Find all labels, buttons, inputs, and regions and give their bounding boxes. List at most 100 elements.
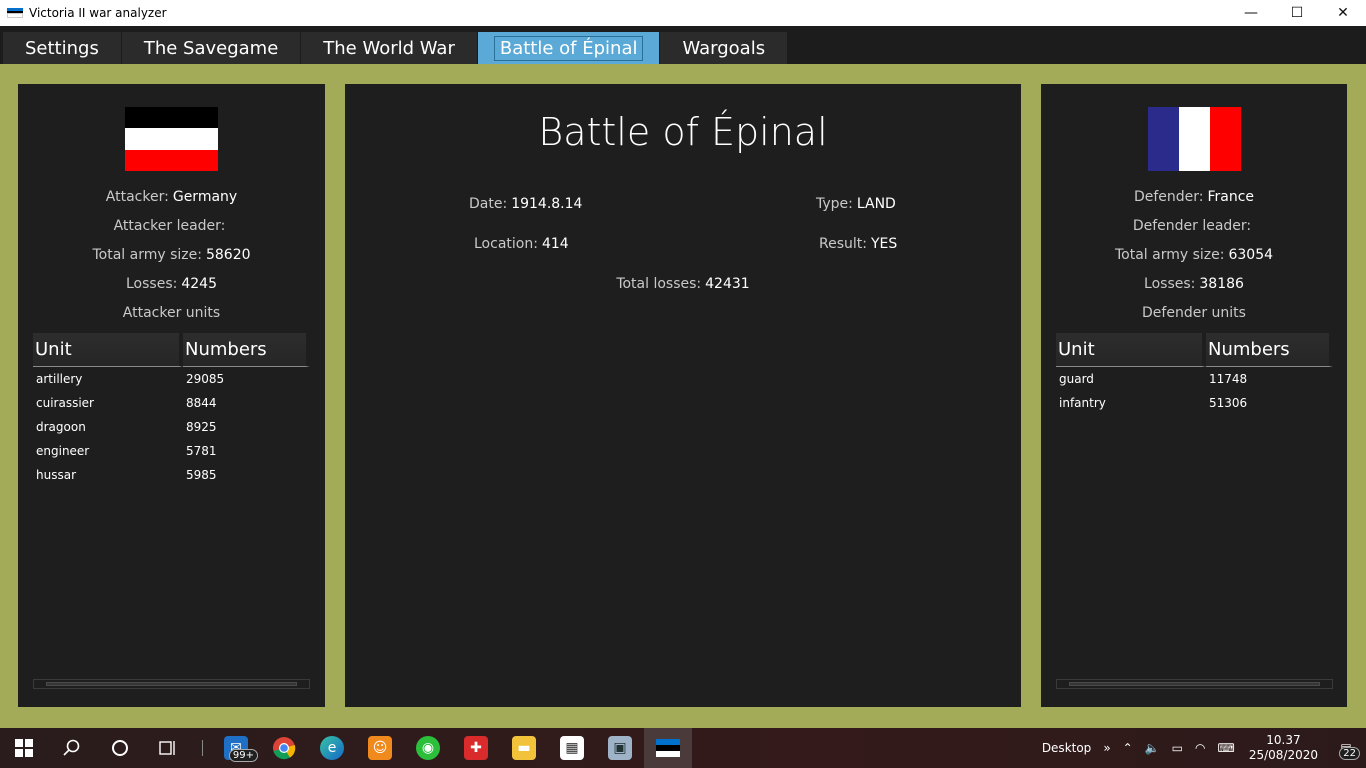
speaker-icon[interactable]: 🔈 — [1139, 741, 1166, 755]
unit-name: engineer — [36, 444, 90, 458]
column-header-unit[interactable]: Unit — [33, 333, 183, 367]
defender-country: France — [1207, 189, 1255, 205]
clock-time: 10.37 — [1266, 733, 1301, 747]
store-app-button[interactable]: ▦ — [548, 728, 596, 768]
close-button[interactable]: ✕ — [1320, 0, 1366, 26]
tab-label: Wargoals — [682, 37, 766, 59]
defender-units-table: guard 11748 infantry 51306 — [1056, 372, 1326, 420]
unit-numbers: 5781 — [186, 444, 217, 458]
defender-losses-line: Losses: 38186 — [1041, 276, 1347, 292]
defender-army-size: 63054 — [1228, 247, 1274, 263]
attacker-country-line: Attacker: Germany — [18, 189, 325, 205]
gift-app-button[interactable]: ✚ — [452, 728, 500, 768]
show-hidden-icons-chevron-icon[interactable]: ⌃ — [1117, 741, 1139, 755]
maximize-button[interactable]: ☐ — [1274, 0, 1320, 26]
table-row[interactable]: cuirassier 8844 — [33, 396, 303, 420]
unit-numbers: 5985 — [186, 468, 217, 482]
action-center-button[interactable]: ▤ 22 — [1326, 728, 1366, 768]
column-header-numbers[interactable]: Numbers — [183, 333, 310, 367]
battle-date: Date: 1914.8.14 — [469, 196, 582, 212]
table-row[interactable]: engineer 5781 — [33, 444, 303, 468]
minimize-button[interactable]: — — [1228, 0, 1274, 26]
total-losses-label: Total losses: — [616, 276, 702, 292]
tab-label: The World War — [323, 37, 455, 59]
attacker-leader-line: Attacker leader: — [18, 218, 325, 234]
mail-app-button[interactable]: ✉ 99+ — [212, 728, 260, 768]
attacker-army-label: Total army size: — [92, 247, 202, 263]
green-app-button[interactable]: ◉ — [404, 728, 452, 768]
attacker-leader-label: Attacker leader: — [113, 218, 226, 234]
unit-numbers: 29085 — [186, 372, 225, 386]
tab-savegame[interactable]: The Savegame — [121, 32, 301, 64]
defender-units-header: Unit Numbers — [1056, 333, 1333, 367]
search-button[interactable] — [48, 728, 96, 768]
table-row[interactable]: hussar 5985 — [33, 468, 303, 492]
scrollbar-thumb[interactable] — [1069, 682, 1320, 686]
taskbar-separator — [192, 728, 212, 768]
uc-browser-app-button[interactable]: ☺ — [356, 728, 404, 768]
window-title: Victoria II war analyzer — [29, 6, 167, 20]
location-label: Location: — [474, 236, 538, 252]
store-bag-icon: ▦ — [560, 736, 584, 760]
gift-icon: ✚ — [464, 736, 488, 760]
toolbar-expand-icon[interactable]: » — [1097, 741, 1116, 755]
unit-name: dragoon — [36, 420, 86, 434]
defender-army-label: Total army size: — [1114, 247, 1225, 263]
taskbar: ✉ 99+ e ☺ ◉ ✚ ▬ ▦ ▣ Desktop » ⌃ 🔈 ▭ ◠ ⌨ … — [0, 728, 1366, 768]
chrome-app-button[interactable] — [260, 728, 308, 768]
germany-flag-icon — [125, 107, 218, 171]
type-value: LAND — [856, 196, 896, 212]
france-flag-icon — [1148, 107, 1241, 171]
attacker-losses: 4245 — [181, 276, 217, 292]
desktop-toolbar-label[interactable]: Desktop — [1036, 741, 1098, 755]
tab-world-war[interactable]: The World War — [301, 32, 477, 64]
system-tray: Desktop » ⌃ 🔈 ▭ ◠ ⌨ 10.37 25/08/2020 ▤ 2… — [1036, 728, 1366, 768]
battle-panel: Battle of Épinal Date: 1914.8.14 Type: LAN… — [345, 84, 1021, 707]
file-explorer-button[interactable]: ▬ — [500, 728, 548, 768]
table-row[interactable]: dragoon 8925 — [33, 420, 303, 444]
keyboard-icon[interactable]: ⌨ — [1212, 741, 1241, 755]
start-button[interactable] — [0, 728, 48, 768]
unit-numbers: 8844 — [186, 396, 217, 410]
defender-label: Defender: — [1133, 189, 1204, 205]
attacker-horizontal-scrollbar[interactable] — [33, 679, 310, 689]
unit-name: artillery — [36, 372, 83, 386]
column-header-numbers[interactable]: Numbers — [1206, 333, 1333, 367]
unit-name: hussar — [36, 468, 77, 482]
folder-icon: ▬ — [512, 736, 536, 760]
battle-title: Battle of Épinal — [538, 110, 828, 154]
table-row[interactable]: artillery 29085 — [33, 372, 303, 396]
defender-leader-line: Defender leader: — [1041, 218, 1347, 234]
unit-numbers: 11748 — [1209, 372, 1248, 386]
defender-horizontal-scrollbar[interactable] — [1056, 679, 1333, 689]
edge-app-button[interactable]: e — [308, 728, 356, 768]
estonia-flag-app-icon — [7, 8, 23, 19]
unit-name: guard — [1059, 372, 1094, 386]
mail-badge: 99+ — [228, 749, 258, 762]
unit-numbers: 51306 — [1209, 396, 1248, 410]
task-view-button[interactable] — [144, 728, 192, 768]
battle-total-losses: Total losses: 42431 — [345, 276, 1021, 292]
column-header-unit[interactable]: Unit — [1056, 333, 1206, 367]
settings-panel-app-button[interactable]: ▣ — [596, 728, 644, 768]
tab-settings[interactable]: Settings — [3, 32, 121, 64]
war-analyzer-app-button[interactable] — [644, 728, 692, 768]
cortana-button[interactable] — [96, 728, 144, 768]
clock[interactable]: 10.37 25/08/2020 — [1241, 733, 1326, 763]
table-row[interactable]: guard 11748 — [1056, 372, 1326, 396]
table-row[interactable]: infantry 51306 — [1056, 396, 1326, 420]
battery-icon[interactable]: ▭ — [1166, 741, 1189, 755]
attacker-units-header: Unit Numbers — [33, 333, 310, 367]
tab-wargoals[interactable]: Wargoals — [660, 32, 788, 64]
wifi-icon[interactable]: ◠ — [1189, 741, 1211, 755]
task-view-icon — [159, 741, 175, 755]
battle-location: Location: 414 — [474, 236, 569, 252]
tab-battle[interactable]: Battle of Épinal — [477, 32, 660, 64]
defender-country-line: Defender: France — [1041, 189, 1347, 205]
attacker-label: Attacker: — [105, 189, 169, 205]
defender-leader-label: Defender leader: — [1132, 218, 1252, 234]
tab-label: The Savegame — [143, 37, 279, 59]
chrome-icon — [273, 737, 296, 760]
scrollbar-thumb[interactable] — [46, 682, 297, 686]
defender-army-line: Total army size: 63054 — [1041, 247, 1347, 263]
